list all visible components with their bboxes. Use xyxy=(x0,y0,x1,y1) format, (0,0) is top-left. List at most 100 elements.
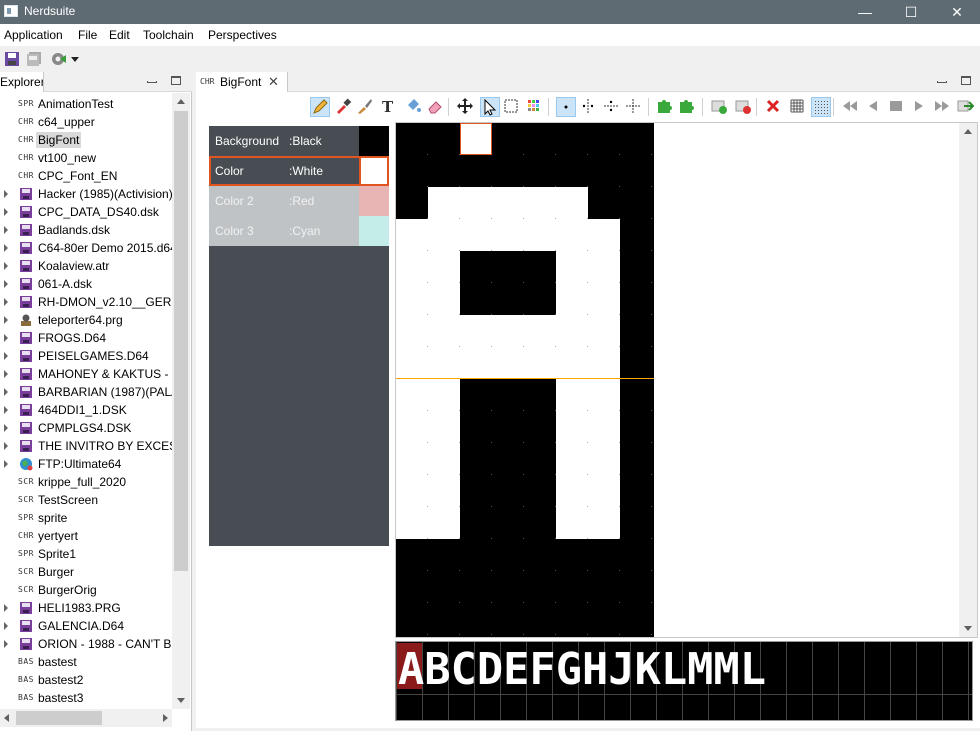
pixel-cell[interactable] xyxy=(428,123,460,155)
canvas-vertical-scrollbar[interactable] xyxy=(959,123,977,637)
pixel-cell[interactable] xyxy=(492,187,524,219)
pixel-cell[interactable] xyxy=(524,155,556,187)
tree-item[interactable]: ORION - 1988 - CAN'T BE xyxy=(0,635,172,653)
tree-item[interactable]: CHR BigFont xyxy=(0,131,172,149)
pixel-cell[interactable] xyxy=(396,347,428,379)
palette-entry[interactable]: Color 2:Red xyxy=(209,186,389,216)
pixel-cell[interactable] xyxy=(620,251,652,283)
expand-arrow-icon[interactable] xyxy=(4,460,10,468)
pixel-cell[interactable] xyxy=(396,411,428,443)
puzzle-green-2-icon[interactable] xyxy=(678,97,698,117)
menu-file[interactable]: File xyxy=(78,28,97,42)
tree-item[interactable]: CPMPLGS4.DSK xyxy=(0,419,172,437)
pixel-cell[interactable] xyxy=(588,347,620,379)
tree-item[interactable]: BAS bastest xyxy=(0,653,172,671)
tree-item[interactable]: SCR TestScreen xyxy=(0,491,172,509)
pixel-cell[interactable] xyxy=(492,475,524,507)
close-tab-icon[interactable]: ✕ xyxy=(268,74,279,90)
pixel-cell[interactable] xyxy=(556,603,588,635)
pixel-cell[interactable] xyxy=(556,379,588,411)
select-arrow-icon[interactable] xyxy=(480,97,500,117)
pixel-cell[interactable] xyxy=(396,379,428,411)
pixel-cell[interactable] xyxy=(428,155,460,187)
expand-arrow-icon[interactable] xyxy=(4,604,10,612)
maximize-button[interactable]: ☐ xyxy=(888,0,934,24)
pixel-cell[interactable] xyxy=(460,443,492,475)
tree-item[interactable]: GALENCIA.D64 xyxy=(0,617,172,635)
pixel-cell[interactable] xyxy=(588,571,620,603)
scroll-down-arrow-icon[interactable] xyxy=(964,626,972,631)
pixel-cell[interactable] xyxy=(428,251,460,283)
pixel-cell[interactable] xyxy=(396,251,428,283)
pixel-cell[interactable] xyxy=(588,379,620,411)
pixel-cell[interactable] xyxy=(588,507,620,539)
pixel-cell[interactable] xyxy=(524,507,556,539)
charset-preview-strip[interactable]: ABCDEFGHJKLMML xyxy=(395,641,973,721)
preview-icon[interactable] xyxy=(887,97,907,117)
color-swatch[interactable] xyxy=(359,126,389,156)
pixel-cell[interactable] xyxy=(588,123,620,155)
expand-arrow-icon[interactable] xyxy=(4,280,10,288)
pixel-cell[interactable] xyxy=(396,219,428,251)
pixel-cell[interactable] xyxy=(492,155,524,187)
pixel-cell[interactable] xyxy=(524,571,556,603)
pixel-cell[interactable] xyxy=(492,411,524,443)
pixel-cell[interactable] xyxy=(460,475,492,507)
pixel-cell[interactable] xyxy=(396,283,428,315)
expand-arrow-icon[interactable] xyxy=(4,640,10,648)
menu-perspectives[interactable]: Perspectives xyxy=(208,28,277,42)
add-layer-icon[interactable] xyxy=(710,97,730,117)
maximize-view-button[interactable] xyxy=(170,75,182,87)
pixel-cell[interactable] xyxy=(556,155,588,187)
pixel-cell[interactable] xyxy=(460,315,492,347)
pixel-cell[interactable] xyxy=(556,315,588,347)
rect-select-icon[interactable] xyxy=(502,97,522,117)
pixel-cell[interactable] xyxy=(556,187,588,219)
pixel-editor-canvas[interactable] xyxy=(396,123,654,637)
tree-item[interactable]: CHR CPC_Font_EN xyxy=(0,167,172,185)
pixel-cell[interactable] xyxy=(428,539,460,571)
move-icon[interactable] xyxy=(456,97,476,117)
pixel-cell[interactable] xyxy=(620,187,652,219)
palette-entry[interactable]: Background:Black xyxy=(209,126,389,156)
pixel-cell[interactable] xyxy=(588,155,620,187)
pixel-cell[interactable] xyxy=(556,251,588,283)
pixel-cell[interactable] xyxy=(492,123,524,155)
pixel-cell[interactable] xyxy=(588,251,620,283)
minimize-button[interactable]: — xyxy=(842,0,888,24)
pixel-cell[interactable] xyxy=(524,315,556,347)
pixel-cell[interactable] xyxy=(492,539,524,571)
tab-bigfont[interactable]: CHR BigFont ✕ xyxy=(196,72,288,92)
pixel-cell[interactable] xyxy=(428,411,460,443)
pixel-cell[interactable] xyxy=(588,411,620,443)
pixel-cell[interactable] xyxy=(620,219,652,251)
color-swatch[interactable] xyxy=(359,156,389,186)
color-swatch[interactable] xyxy=(359,216,389,246)
pixel-cell[interactable] xyxy=(428,347,460,379)
expand-arrow-icon[interactable] xyxy=(4,298,10,306)
pixel-cell[interactable] xyxy=(556,443,588,475)
scroll-up-arrow-icon[interactable] xyxy=(964,129,972,134)
pixel-cell[interactable] xyxy=(524,475,556,507)
tree-item[interactable]: SCR BurgerOrig xyxy=(0,581,172,599)
tree-horizontal-scrollbar[interactable] xyxy=(0,709,172,727)
pixel-cell[interactable] xyxy=(396,187,428,219)
pixel-cell[interactable] xyxy=(556,347,588,379)
pixel-cell[interactable] xyxy=(492,315,524,347)
expand-arrow-icon[interactable] xyxy=(4,208,10,216)
expand-arrow-icon[interactable] xyxy=(4,334,10,342)
pixel-cell[interactable] xyxy=(460,251,492,283)
next-frame-icon[interactable] xyxy=(910,97,930,117)
dotted-grid-icon[interactable] xyxy=(811,97,831,117)
expand-arrow-icon[interactable] xyxy=(4,424,10,432)
expand-arrow-icon[interactable] xyxy=(4,316,10,324)
pixel-cell[interactable] xyxy=(588,283,620,315)
tree-item[interactable]: C64-80er Demo 2015.d64 xyxy=(0,239,172,257)
pixel-cell[interactable] xyxy=(396,571,428,603)
tree-item[interactable]: BARBARIAN (1987)(PALAC xyxy=(0,383,172,401)
pixel-cell[interactable] xyxy=(428,219,460,251)
maximize-editor-button[interactable] xyxy=(960,75,972,87)
pixel-cell[interactable] xyxy=(524,123,556,155)
pixel-cell[interactable] xyxy=(524,411,556,443)
horizontal-mirror-icon[interactable] xyxy=(602,97,622,117)
